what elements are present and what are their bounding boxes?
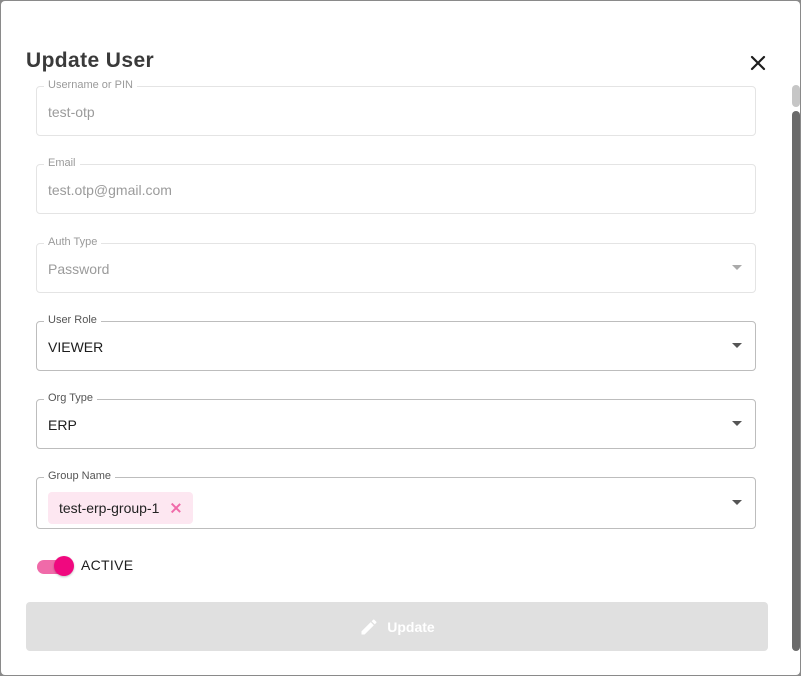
form-scroll-area: Username or PIN test-otp Email test.otp@… (26, 78, 770, 585)
chevron-down-icon[interactable] (732, 500, 742, 505)
pencil-icon (361, 618, 377, 634)
chevron-down-icon[interactable] (732, 343, 742, 348)
username-label: Username or PIN (44, 78, 137, 92)
scrollbar-thumb[interactable] (792, 111, 800, 651)
chip-remove-icon[interactable] (171, 503, 181, 513)
scrollbar[interactable] (791, 83, 800, 653)
org-type-label: Org Type (44, 391, 98, 405)
active-label: ACTIVE (81, 557, 134, 573)
group-chip-label: test-erp-group-1 (59, 500, 160, 516)
username-field: Username or PIN test-otp (36, 78, 756, 136)
scrollbar-track-top (792, 85, 800, 107)
dialog-title: Update User (26, 49, 155, 72)
update-user-dialog: Update User Username or PIN test-otp Ema… (1, 1, 800, 675)
org-type-value: ERP (48, 417, 77, 433)
active-toggle[interactable] (37, 554, 75, 576)
update-button-label: Update (387, 618, 435, 635)
email-value: test.otp@gmail.com (48, 182, 172, 198)
email-field: Email test.otp@gmail.com (36, 156, 756, 214)
user-role-select[interactable]: User Role VIEWER (36, 313, 756, 371)
chevron-down-icon[interactable] (732, 421, 742, 426)
auth-type-value: Password (48, 261, 110, 277)
username-value: test-otp (48, 104, 95, 120)
email-label: Email (44, 156, 80, 170)
close-button[interactable] (746, 51, 770, 75)
group-chip: test-erp-group-1 (48, 492, 194, 524)
org-type-select[interactable]: Org Type ERP (36, 391, 756, 449)
auth-type-label: Auth Type (44, 235, 102, 249)
user-role-value: VIEWER (48, 339, 104, 355)
toggle-thumb (54, 556, 74, 576)
auth-type-select: Auth Type Password (36, 235, 756, 293)
user-role-label: User Role (44, 313, 101, 327)
chevron-down-icon (732, 265, 742, 270)
group-name-label: Group Name (44, 469, 115, 483)
close-icon (750, 55, 766, 71)
update-button[interactable]: Update (26, 602, 768, 651)
group-name-select[interactable]: Group Name test-erp-group-1 (36, 469, 756, 529)
